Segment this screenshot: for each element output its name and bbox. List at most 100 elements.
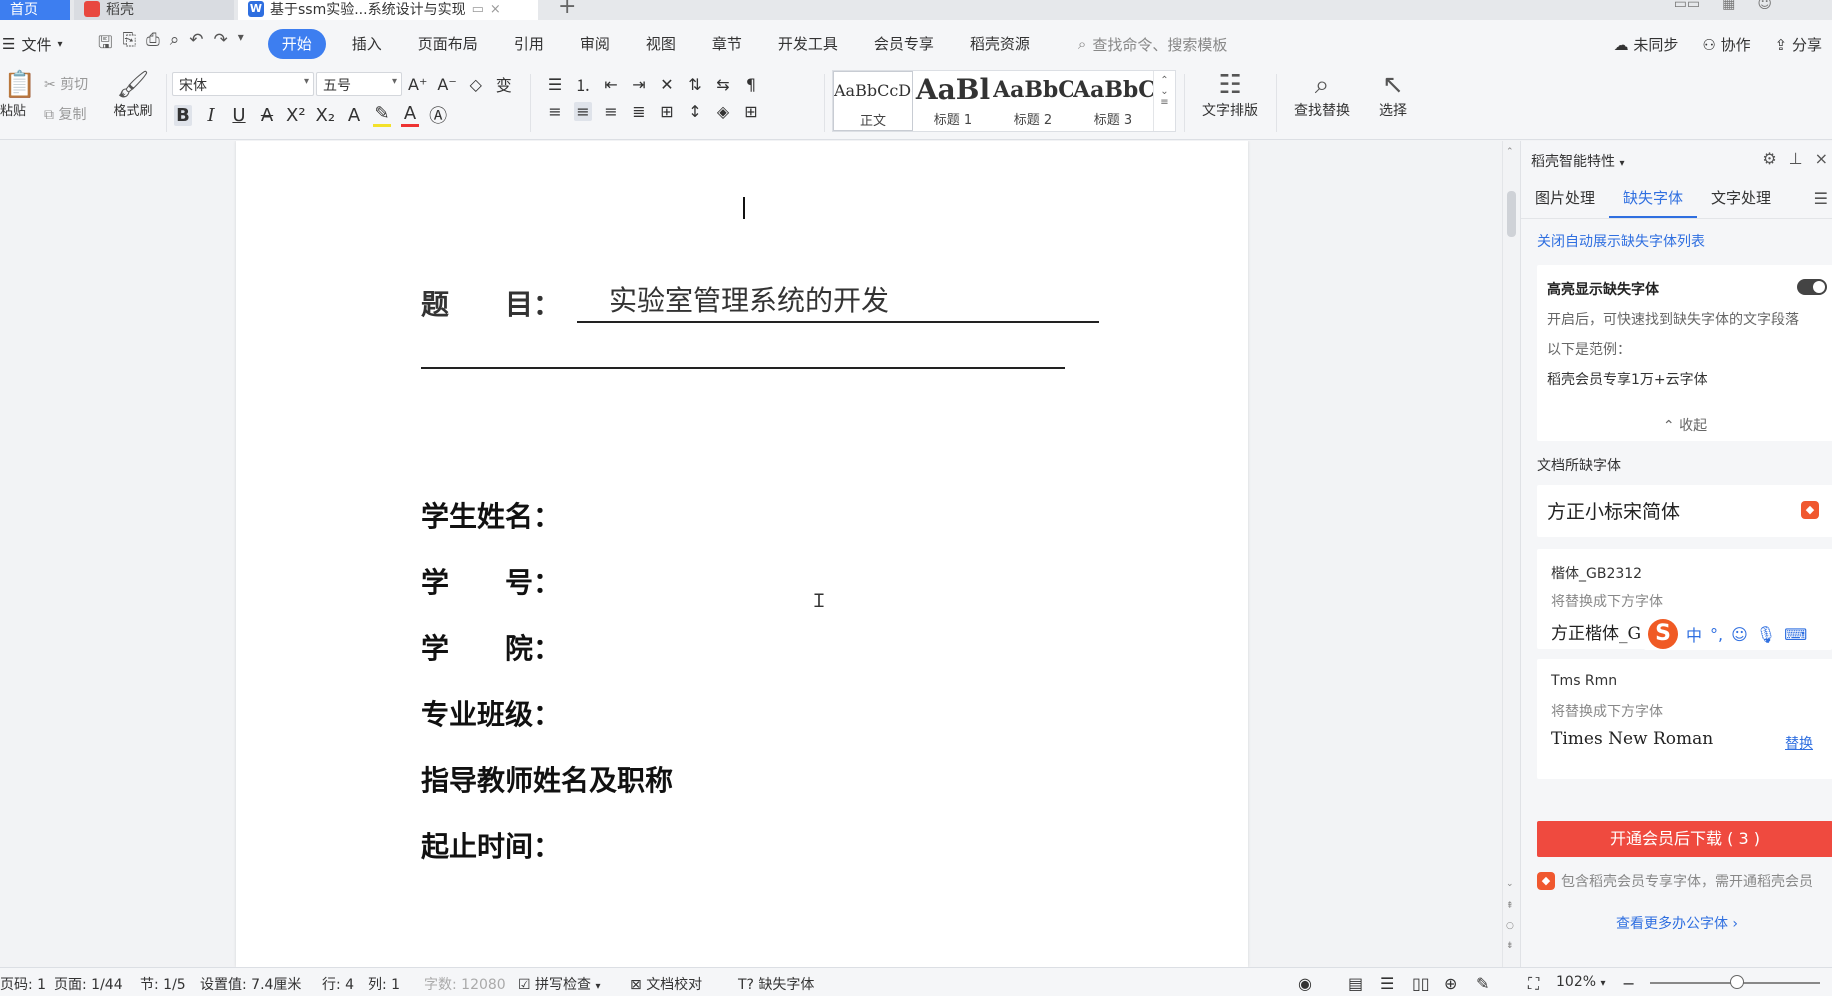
tab-document[interactable]: W 基于ssm实验...系统设计与实现 ▭ × xyxy=(238,0,538,20)
fit-page-icon[interactable]: ⛶ xyxy=(1528,974,1539,994)
ime-mode[interactable]: 中 xyxy=(1686,622,1702,646)
align-center-icon[interactable]: ≡ xyxy=(574,102,592,121)
field-class[interactable]: 专业班级： xyxy=(421,693,561,733)
borders-icon[interactable]: ⊞ xyxy=(742,102,760,121)
missing-font-item[interactable]: Tms Rmn 将替换成下方字体 Times New Roman 替换 xyxy=(1537,659,1832,779)
zoom-slider-thumb[interactable] xyxy=(1730,975,1744,989)
select-button[interactable]: ↖ 选择 xyxy=(1368,70,1418,120)
avatar[interactable]: ☺ xyxy=(1757,0,1772,12)
tab-references[interactable]: 引用 xyxy=(496,29,562,59)
vertical-scrollbar[interactable]: ⌃ ⌄ ⇞ ○ ⇟ xyxy=(1502,141,1520,967)
panel-header[interactable]: 稻壳智能特性 ▾ xyxy=(1531,151,1624,171)
pin-icon[interactable]: ⊥ xyxy=(1789,149,1803,168)
shading-icon[interactable]: ◈ xyxy=(714,102,732,121)
pin-icon[interactable]: ▭ xyxy=(472,2,484,17)
align-left-icon[interactable]: ≡ xyxy=(546,102,564,121)
status-page[interactable]: 页面: 1/44 xyxy=(54,974,123,994)
sync-button[interactable]: ☁ 未同步 xyxy=(1614,34,1679,55)
decrease-indent-icon[interactable]: ⇤ xyxy=(602,75,620,94)
more-fonts-link[interactable]: 查看更多办公字体 › xyxy=(1521,913,1832,933)
shrink-font-icon[interactable]: A⁻ xyxy=(437,75,456,94)
grow-font-icon[interactable]: A⁺ xyxy=(408,75,427,94)
export-pdf-icon[interactable]: ⎘ xyxy=(122,30,136,59)
zoom-level[interactable]: 102% ▾ xyxy=(1556,974,1606,990)
format-painter-button[interactable]: 🖌 格式刷 xyxy=(108,70,158,119)
scroll-down-icon[interactable]: ⌄ xyxy=(1506,879,1514,889)
undo-icon[interactable]: ↶ xyxy=(189,30,203,59)
field-student-name[interactable]: 学生姓名： xyxy=(421,495,561,535)
phonetic-icon[interactable]: 变 xyxy=(495,72,513,96)
menu-icon[interactable]: ☰ xyxy=(1814,189,1828,208)
doc-proof-button[interactable]: ⊠ 文档校对 xyxy=(630,974,702,994)
numbered-list-icon[interactable]: ⒈ xyxy=(574,72,592,96)
edit-view-icon[interactable]: ✎ xyxy=(1476,974,1489,993)
superscript-icon[interactable]: X² xyxy=(286,105,306,126)
show-marks-icon[interactable]: ¶ xyxy=(742,75,760,94)
font-color-icon[interactable]: A xyxy=(401,103,420,127)
sort-icon[interactable]: ⇅ xyxy=(686,75,704,94)
gear-icon[interactable]: ⚙ xyxy=(1762,149,1776,168)
field-college[interactable]: 学 院： xyxy=(421,627,561,667)
text-effect-icon[interactable]: A xyxy=(345,105,363,126)
title-value[interactable]: 实验室管理系统的开发 xyxy=(577,279,1100,323)
collapse-button[interactable]: ⌃ 收起 xyxy=(1537,415,1832,435)
align-right-icon[interactable]: ≡ xyxy=(602,102,620,121)
highlight-toggle[interactable] xyxy=(1797,279,1827,295)
tab-image-processing[interactable]: 图片处理 xyxy=(1521,179,1609,218)
file-menu[interactable]: ☰ 文件 ▾ xyxy=(2,34,82,55)
eye-protection-icon[interactable]: ◉ xyxy=(1298,974,1312,993)
close-auto-show-link[interactable]: 关闭自动展示缺失字体列表 xyxy=(1537,231,1705,251)
underline-icon[interactable]: U xyxy=(230,105,248,126)
highlight-icon[interactable]: ✎ xyxy=(373,103,392,127)
tab-insert[interactable]: 插入 xyxy=(334,29,400,59)
find-replace-button[interactable]: ⌕ 查找替换 xyxy=(1284,70,1360,120)
redo-icon[interactable]: ↷ xyxy=(213,30,227,59)
tab-daoke-resources[interactable]: 稻壳资源 xyxy=(952,29,1048,59)
status-word-count[interactable]: 字数: 12080 xyxy=(424,974,506,994)
tab-developer[interactable]: 开发工具 xyxy=(760,29,856,59)
justify-icon[interactable]: ≣ xyxy=(630,102,648,121)
spell-check-button[interactable]: ☑ 拼写检查 ▾ xyxy=(518,974,601,994)
emoji-icon[interactable]: ☺ xyxy=(1731,625,1748,644)
field-student-id[interactable]: 学 号： xyxy=(421,561,561,601)
next-page-icon[interactable]: ⇟ xyxy=(1506,941,1514,951)
style-heading-2[interactable]: AaBbC 标题 2 xyxy=(993,71,1073,131)
scroll-up-icon[interactable]: ⌃ xyxy=(1506,147,1514,157)
tab-missing-fonts[interactable]: 缺失字体 xyxy=(1609,179,1698,218)
document-area[interactable]: 题 目： 实验室管理系统的开发 学生姓名： 学 号： 学 院： 专业班级： 指导… xyxy=(0,141,1502,967)
document-page[interactable]: 题 目： 实验室管理系统的开发 学生姓名： 学 号： 学 院： 专业班级： 指导… xyxy=(236,141,1248,967)
tab-chapter[interactable]: 章节 xyxy=(694,29,760,59)
page-view-icon[interactable]: ▤ xyxy=(1348,974,1363,993)
browse-object-icon[interactable]: ○ xyxy=(1506,921,1514,931)
web-view-icon[interactable]: ⊕ xyxy=(1444,974,1457,993)
outline-view-icon[interactable]: ☰ xyxy=(1380,974,1394,993)
field-advisor[interactable]: 指导教师姓名及职称 xyxy=(421,759,673,799)
paste-button[interactable]: 📋 粘贴 xyxy=(0,70,40,119)
tab-review[interactable]: 审阅 xyxy=(562,29,628,59)
tab-page-layout[interactable]: 页面布局 xyxy=(400,29,496,59)
ime-punct[interactable]: °, xyxy=(1710,625,1723,644)
share-button[interactable]: ⇪ 分享 xyxy=(1775,34,1822,55)
cut-button[interactable]: ✂ 剪切 xyxy=(44,74,88,94)
distribute-icon[interactable]: ⊞ xyxy=(658,102,676,121)
close-icon[interactable]: × xyxy=(1815,149,1828,168)
grid-icon[interactable]: ▦ xyxy=(1722,0,1735,12)
missing-font-button[interactable]: T? 缺失字体 xyxy=(738,974,814,994)
prev-page-icon[interactable]: ⇞ xyxy=(1506,901,1514,911)
increase-indent-icon[interactable]: ⇥ xyxy=(630,75,648,94)
status-setting[interactable]: 设置值: 7.4厘米 xyxy=(200,974,301,994)
text-direction-icon[interactable]: ⇆ xyxy=(714,75,732,94)
subscript-icon[interactable]: X₂ xyxy=(316,105,336,126)
tab-start[interactable]: 开始 xyxy=(267,29,326,59)
layout-icon[interactable]: ▭▭ xyxy=(1674,0,1700,12)
download-button[interactable]: 开通会员后下载 ( 3 ) xyxy=(1537,821,1832,857)
tab-view[interactable]: 视图 xyxy=(628,29,694,59)
print-icon[interactable]: ⎙ xyxy=(146,30,160,59)
keyboard-icon[interactable]: ⌨ xyxy=(1784,625,1807,644)
styles-scroll[interactable]: ⌃ ⌄ ≡ xyxy=(1153,71,1175,131)
style-normal[interactable]: AaBbCcDd 正文 xyxy=(833,71,913,131)
tab-home[interactable]: 首页 xyxy=(0,0,70,20)
zoom-out-icon[interactable]: − xyxy=(1622,974,1635,993)
style-heading-3[interactable]: AaBbC 标题 3 xyxy=(1073,71,1153,131)
chinese-layout-icon[interactable]: ✕ xyxy=(658,75,676,94)
